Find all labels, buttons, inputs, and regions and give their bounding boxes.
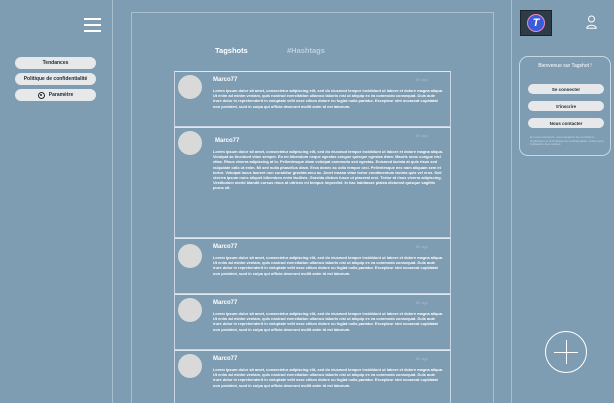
- gear-icon: [37, 91, 45, 99]
- post-time: 5h ago: [415, 356, 428, 361]
- avatar[interactable]: [178, 354, 202, 378]
- post-card[interactable]: Marco77 5h ago Lorem ipsum dolor sit ame…: [174, 294, 451, 350]
- post-text: Lorem ipsum dolor sit amet, consectetur …: [213, 255, 444, 276]
- left-sidebar: Tendances Politique de confidentialité P…: [0, 0, 112, 403]
- welcome-title: Bienvenue sur Tagshot !: [538, 63, 592, 69]
- post-time: 5h ago: [415, 77, 428, 82]
- signup-button[interactable]: S'inscrire: [528, 101, 604, 111]
- nav-item-label: Tendances: [42, 60, 69, 66]
- avatar[interactable]: [178, 244, 202, 268]
- post-author[interactable]: Marco77: [213, 244, 237, 250]
- contact-button[interactable]: Nous contacter: [528, 118, 604, 128]
- avatar[interactable]: [178, 131, 202, 155]
- logo-mark: T: [527, 14, 545, 32]
- post-card[interactable]: Marco77 5h ago Lorem ipsum dolor sit ame…: [174, 127, 451, 238]
- post-card[interactable]: Marco77 5h ago Lorem ipsum dolor sit ame…: [174, 238, 451, 294]
- menu-icon[interactable]: [84, 18, 101, 32]
- avatar[interactable]: [178, 75, 202, 99]
- tab-tagshots[interactable]: Tagshots: [215, 46, 248, 55]
- tab-hashtags[interactable]: #Hashtags: [287, 46, 325, 55]
- new-post-button[interactable]: [545, 331, 587, 373]
- user-icon[interactable]: [586, 15, 597, 29]
- nav-item-settings[interactable]: Paramètre: [15, 89, 96, 101]
- terms-notice: En vous inscrivant, vous acceptez les co…: [530, 135, 604, 147]
- post-author[interactable]: Marco77: [213, 77, 237, 83]
- post-text: Lorem ipsum dolor sit amet, consectetur …: [213, 149, 444, 191]
- feed-tabs: Tagshots #Hashtags: [131, 46, 494, 58]
- post-card[interactable]: Marco77 5h ago Lorem ipsum dolor sit ame…: [174, 350, 451, 403]
- nav-item-privacy[interactable]: Politique de confidentialité: [15, 73, 96, 85]
- post-text: Lorem ipsum dolor sit amet, consectetur …: [213, 367, 444, 388]
- post-time: 5h ago: [415, 300, 428, 305]
- nav-item-label: Politique de confidentialité: [23, 76, 88, 82]
- post-author[interactable]: Marco77: [213, 356, 237, 362]
- post-time: 5h ago: [415, 244, 428, 249]
- nav-item-trends[interactable]: Tendances: [15, 57, 96, 69]
- avatar[interactable]: [178, 298, 202, 322]
- post-text: Lorem ipsum dolor sit amet, consectetur …: [213, 311, 444, 332]
- login-button[interactable]: Se connecter: [528, 84, 604, 94]
- post-time: 5h ago: [415, 133, 428, 138]
- post-author[interactable]: Marco77: [213, 300, 237, 306]
- divider: [112, 0, 113, 403]
- nav-item-label: Paramètre: [48, 92, 74, 98]
- app-logo[interactable]: T: [520, 10, 552, 36]
- post-card[interactable]: Marco77 5h ago Lorem ipsum dolor sit ame…: [174, 71, 451, 127]
- welcome-panel: Bienvenue sur Tagshot ! Se connecter S'i…: [519, 56, 611, 156]
- post-author[interactable]: Marco77: [215, 138, 239, 144]
- post-text: Lorem ipsum dolor sit amet, consectetur …: [213, 88, 444, 109]
